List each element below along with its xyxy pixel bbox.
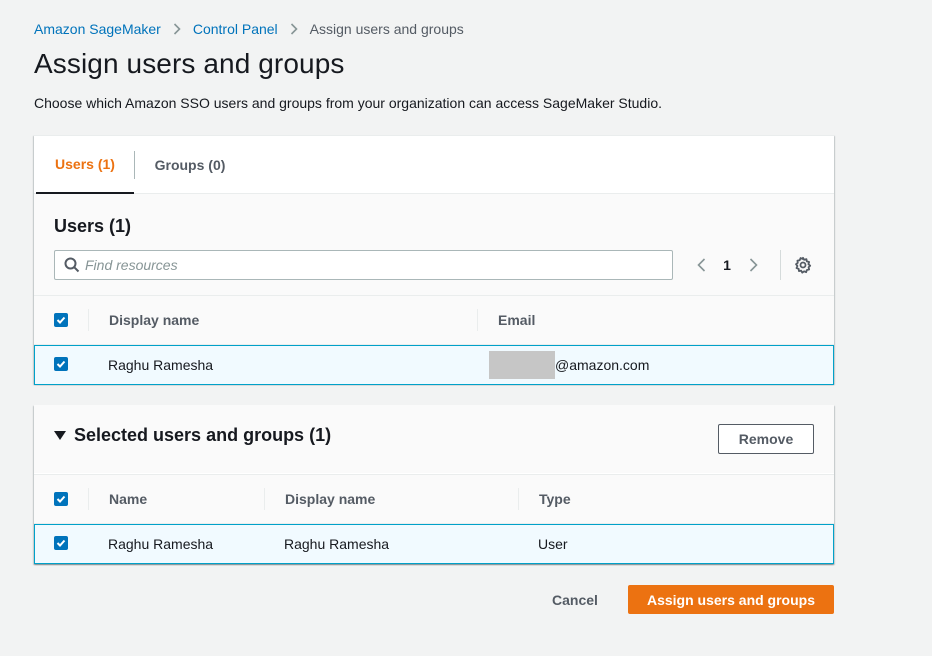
column-separator	[88, 309, 89, 331]
gear-icon[interactable]	[792, 254, 814, 276]
column-header-name[interactable]: Name	[109, 475, 147, 523]
breadcrumb-link-sagemaker[interactable]: Amazon SageMaker	[34, 21, 161, 37]
selected-panel-header: Selected users and groups (1) Remove	[34, 405, 834, 473]
email-domain: @amazon.com	[555, 357, 650, 373]
tab-groups[interactable]: Groups (0)	[136, 136, 244, 194]
table-row[interactable]: Raghu Ramesha @amazon.com	[34, 345, 834, 385]
table-row[interactable]: Raghu Ramesha Raghu Ramesha User	[34, 524, 834, 564]
tab-bar: Users (1) Groups (0)	[34, 136, 834, 194]
column-separator	[264, 488, 265, 510]
column-separator	[518, 488, 519, 510]
selected-panel: Selected users and groups (1) Remove Nam…	[34, 405, 834, 564]
chevron-right-icon[interactable]	[742, 250, 764, 280]
page-title: Assign users and groups	[34, 48, 345, 79]
row-checkbox[interactable]	[54, 536, 68, 550]
users-table-title: Users (1)	[54, 216, 132, 236]
checkbox-checked-icon	[56, 539, 66, 547]
cell-name: Raghu Ramesha	[108, 536, 214, 552]
cell-email: @amazon.com	[489, 346, 649, 384]
cancel-button[interactable]: Cancel	[540, 585, 610, 615]
redacted-block	[489, 351, 555, 379]
row-checkbox[interactable]	[54, 357, 68, 371]
pagination: 1	[690, 250, 764, 280]
column-header-type[interactable]: Type	[539, 475, 571, 523]
users-panel: Users (1) Groups (0) Users (1) 1	[34, 135, 834, 385]
column-header-display-name[interactable]: Display name	[285, 475, 375, 523]
page-description: Choose which Amazon SSO users and groups…	[34, 95, 662, 111]
cell-type: User	[538, 536, 568, 552]
breadcrumb-current: Assign users and groups	[309, 21, 464, 37]
tab-divider	[134, 151, 135, 179]
select-all-checkbox[interactable]	[54, 492, 68, 506]
column-separator	[88, 488, 89, 510]
search-field[interactable]	[54, 250, 673, 280]
tab-users[interactable]: Users (1)	[36, 136, 134, 194]
column-separator	[477, 309, 478, 331]
selected-table-head: Name Display name Type	[34, 474, 834, 524]
search-input[interactable]	[85, 257, 672, 273]
search-icon	[64, 257, 80, 278]
remove-button[interactable]: Remove	[718, 424, 814, 454]
checkbox-checked-icon	[56, 360, 66, 368]
cell-display-name: Raghu Ramesha	[284, 536, 390, 552]
checkbox-checked-icon	[56, 495, 66, 503]
column-header-email[interactable]: Email	[498, 296, 535, 344]
chevron-left-icon[interactable]	[690, 250, 712, 280]
checkbox-checked-icon	[56, 316, 66, 324]
users-table-head: Display name Email	[34, 295, 834, 345]
caret-down-icon[interactable]	[54, 431, 66, 440]
assign-users-and-groups-button[interactable]: Assign users and groups	[628, 585, 834, 614]
breadcrumb-link-control-panel[interactable]: Control Panel	[193, 21, 278, 37]
chevron-right-icon	[290, 23, 298, 35]
column-header-display-name[interactable]: Display name	[109, 296, 199, 344]
chevron-right-icon	[173, 23, 181, 35]
page-number[interactable]: 1	[712, 257, 742, 273]
breadcrumb: Amazon SageMaker Control Panel Assign us…	[34, 20, 464, 38]
pager-divider	[780, 250, 781, 280]
select-all-checkbox[interactable]	[54, 313, 68, 327]
cell-display-name: Raghu Ramesha	[108, 357, 214, 373]
selected-panel-title[interactable]: Selected users and groups (1)	[74, 425, 331, 446]
